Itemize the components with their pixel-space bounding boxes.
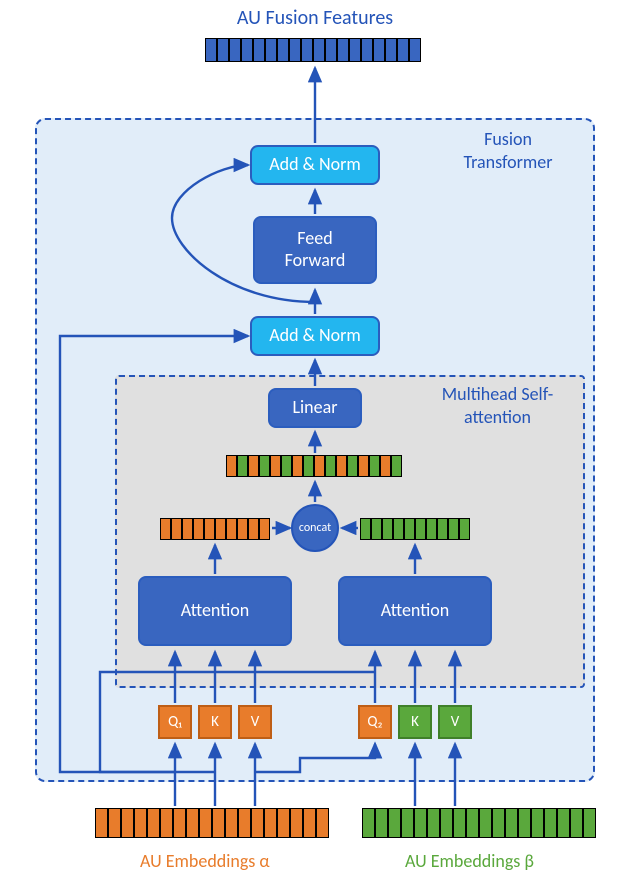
input-strip-beta	[362, 808, 596, 838]
feed-forward: Feed Forward	[253, 216, 377, 284]
q2-box: Q₂	[358, 705, 392, 739]
v-left-box: V	[238, 705, 272, 739]
k-right-box: K	[398, 705, 432, 739]
input-label-beta: AU Embeddings β	[405, 850, 534, 872]
v-right-box: V	[438, 705, 472, 739]
multihead-label: Multihead Self-attention	[420, 383, 575, 430]
mixed-strip	[226, 455, 402, 477]
add-norm-bottom: Add & Norm	[250, 316, 380, 356]
right-attention-output	[360, 518, 470, 540]
output-title: AU Fusion Features	[190, 6, 440, 30]
left-attention-output	[160, 518, 270, 540]
input-label-alpha: AU Embeddings α	[140, 850, 270, 872]
q1-box: Q₁	[158, 705, 192, 739]
k-left-box: K	[198, 705, 232, 739]
attention-right: Attention	[338, 576, 492, 646]
fusion-transformer-label: Fusion Transformer	[438, 128, 578, 175]
output-strip	[205, 38, 421, 62]
input-strip-alpha	[95, 808, 329, 838]
add-norm-top: Add & Norm	[250, 145, 380, 185]
concat-circle: concat	[291, 504, 339, 552]
linear: Linear	[268, 388, 362, 428]
attention-left: Attention	[138, 576, 292, 646]
